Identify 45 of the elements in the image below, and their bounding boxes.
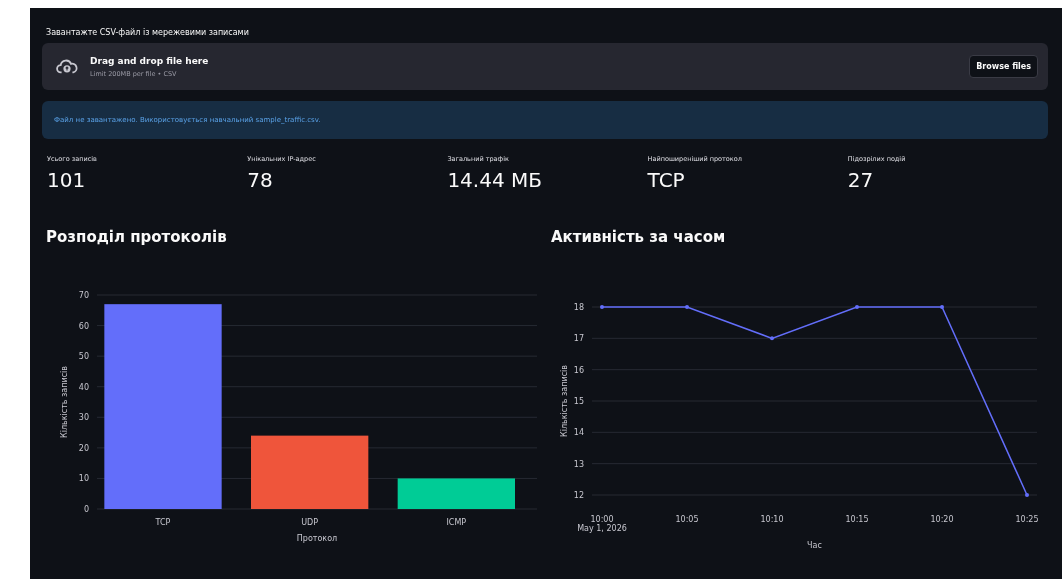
axis-tick-label: 10 [78,474,89,484]
y-axis-title: Кількість записів [560,365,569,437]
data-point [940,305,944,309]
axis-tick-label: 30 [78,413,89,423]
axis-tick-label: TCP [155,518,171,527]
browse-files-button[interactable]: Browse files [969,55,1038,78]
data-point [685,305,689,309]
axis-tick-label: 14 [573,428,584,438]
data-point [600,305,604,309]
metric-value: TCP [647,168,686,192]
axis-tick-label: 60 [78,321,89,331]
axis-tick-label: 10:25 [1015,515,1039,524]
axis-tick-label: 18 [573,303,584,312]
axis-tick-label: 0 [83,505,89,514]
dropzone-title: Drag and drop file here [90,55,209,66]
x-axis-title: Час [807,541,822,550]
axis-tick-label: 10:20 [930,515,954,524]
metric-value: 27 [847,168,875,192]
axis-tick-label: 10:00 May 1, 2026 [577,515,627,533]
axis-tick-label: 15 [573,397,584,406]
axis-tick-label: 13 [573,459,584,469]
chart-title: Розподіл протоколів [46,228,228,246]
axis-tick-label: 12 [573,491,584,500]
chart-title: Активність за часом [551,228,727,246]
axis-tick-label: 16 [573,365,584,375]
axis-tick-label: 40 [78,382,89,392]
axis-tick-label: 17 [573,334,584,344]
axis-tick-label: 10:05 [675,515,699,524]
axis-tick-label: 10:10 [760,515,784,524]
metric-value: 78 [247,168,274,192]
axis-tick-label: 70 [78,291,89,300]
data-point [1025,493,1029,497]
axis-tick-label: 50 [78,352,89,362]
cloud-upload-icon [56,57,78,76]
data-point [855,305,859,309]
y-axis-title: Кількість записів [60,366,69,438]
upload-label: Завантажте CSV-файл із мережевими записами [46,28,250,37]
x-axis-title: Протокол [296,534,338,543]
metric-value: 14.44 МБ [447,168,543,192]
axis-tick-label: 10:15 [845,515,869,524]
axis-tick-label: 20 [78,443,89,453]
axis-tick-label: UDP [301,518,319,527]
metric-value: 101 [47,168,87,192]
axis-tick-label: ICMP [446,518,467,527]
data-point [770,336,774,341]
